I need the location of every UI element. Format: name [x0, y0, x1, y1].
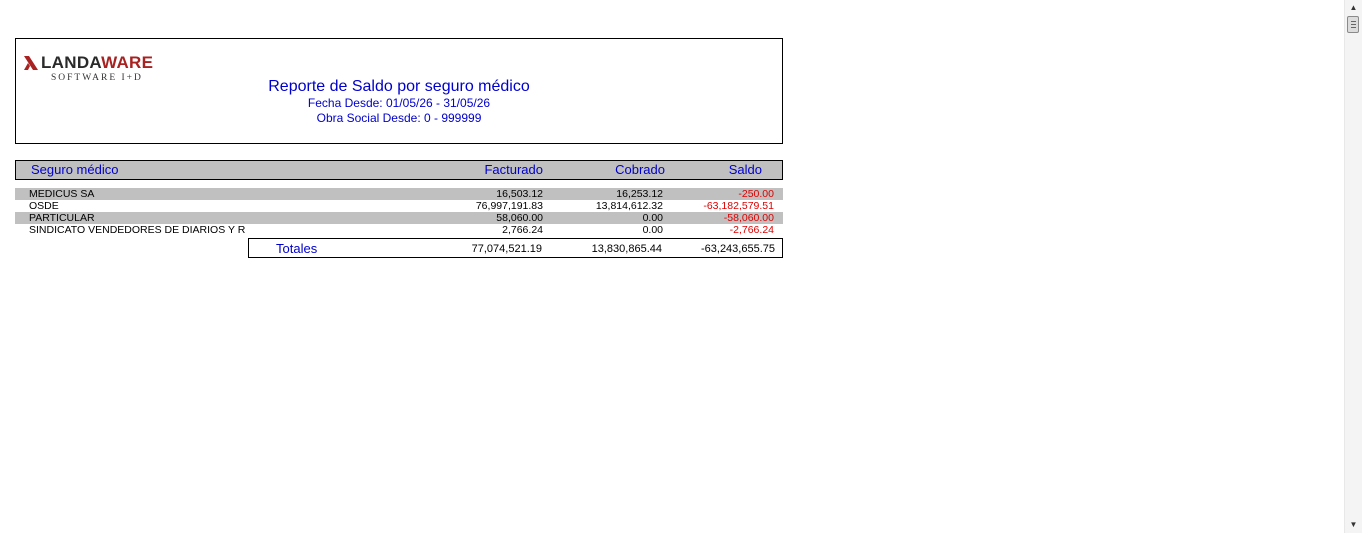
row-name: OSDE [29, 200, 59, 212]
row-saldo: -250.00 [738, 188, 774, 200]
data-rows: MEDICUS SA 16,503.12 16,253.12 -250.00 O… [15, 188, 783, 236]
row-name: PARTICULAR [29, 212, 95, 224]
column-facturado: Facturado [484, 162, 543, 177]
row-name: SINDICATO VENDEDORES DE DIARIOS Y R [29, 224, 246, 236]
obra-social-range: Obra Social Desde: 0 - 999999 [316, 111, 482, 125]
row-facturado: 58,060.00 [496, 212, 543, 224]
row-facturado: 76,997,191.83 [475, 200, 543, 212]
logo-main-text: LANDA [41, 53, 102, 72]
totals-saldo: -63,243,655.75 [700, 243, 775, 255]
scroll-thumb[interactable] [1347, 16, 1359, 33]
totals-cobrado: 13,830,865.44 [591, 243, 662, 255]
logo-text: LANDAWARE [41, 53, 153, 73]
row-cobrado: 16,253.12 [616, 188, 663, 200]
totals-facturado: 77,074,521.19 [471, 243, 542, 255]
row-name: MEDICUS SA [29, 188, 95, 200]
report-title: Reporte de Saldo por seguro médico [268, 78, 530, 95]
table-row: PARTICULAR 58,060.00 0.00 -58,060.00 [15, 212, 783, 224]
table-row: SINDICATO VENDEDORES DE DIARIOS Y R 2,76… [15, 224, 783, 236]
row-saldo: -63,182,579.51 [703, 200, 774, 212]
row-cobrado: 13,814,612.32 [595, 200, 663, 212]
column-cobrado: Cobrado [615, 162, 665, 177]
report-titles: Reporte de Saldo por seguro médico Fecha… [16, 77, 782, 126]
table-row: OSDE 76,997,191.83 13,814,612.32 -63,182… [15, 200, 783, 212]
column-saldo: Saldo [728, 162, 762, 177]
scroll-up-arrow-icon[interactable]: ▲ [1345, 1, 1362, 15]
row-cobrado: 0.00 [642, 212, 663, 224]
totals-label: Totales [276, 241, 318, 256]
row-saldo: -58,060.00 [723, 212, 774, 224]
table-row: MEDICUS SA 16,503.12 16,253.12 -250.00 [15, 188, 783, 200]
logo-accent-text: WARE [101, 53, 154, 72]
vertical-scrollbar[interactable]: ▲ ▼ [1344, 0, 1362, 533]
row-saldo: -2,766.24 [729, 224, 774, 236]
column-seguro: Seguro médico [31, 162, 119, 177]
report-page: LANDAWARE SOFTWARE I+D Reporte de Saldo … [0, 0, 1362, 533]
row-facturado: 16,503.12 [496, 188, 543, 200]
row-cobrado: 0.00 [642, 224, 663, 236]
scroll-down-arrow-icon[interactable]: ▼ [1345, 518, 1362, 532]
row-facturado: 2,766.24 [502, 224, 543, 236]
column-header: Seguro médico Facturado Cobrado Saldo [15, 160, 783, 180]
logo-mark-icon [24, 56, 38, 70]
date-range: Fecha Desde: 01/05/26 - 31/05/26 [307, 96, 491, 110]
report-header: LANDAWARE SOFTWARE I+D Reporte de Saldo … [15, 38, 783, 144]
totals-row: Totales 77,074,521.19 13,830,865.44 -63,… [248, 238, 783, 258]
